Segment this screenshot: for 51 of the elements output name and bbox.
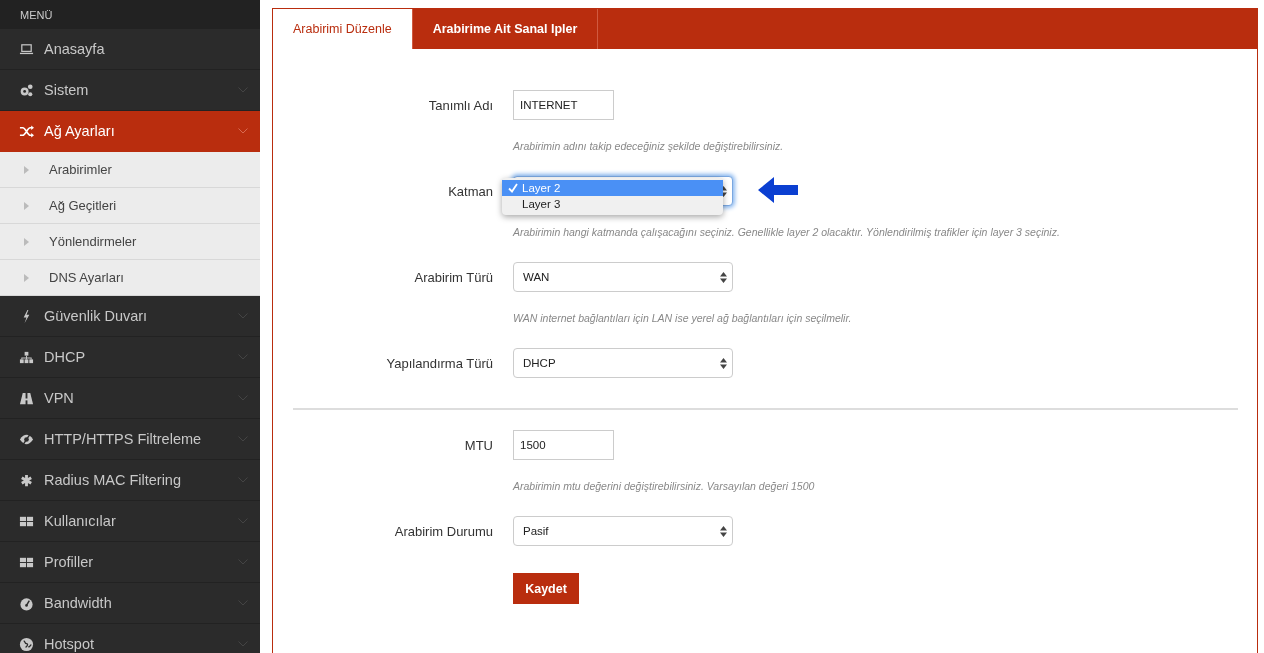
updown-icon — [720, 525, 727, 537]
field-label: Katman — [447, 183, 493, 199]
field-label: MTU — [463, 437, 493, 453]
select-field[interactable]: WAN — [513, 262, 733, 292]
submenu-item[interactable]: Ağ Geçitleri — [0, 188, 260, 224]
tab[interactable]: Arabirime Ait Sanal Ipler — [412, 9, 599, 49]
road-icon — [19, 390, 34, 406]
text-field[interactable]: INTERNET — [513, 90, 614, 120]
help-text: Arabirimin mtu değerini değiştirebilirsiniz. Varsayılan değeri 1500 — [513, 480, 816, 492]
field-label: Tanımlı Adı — [427, 97, 493, 113]
sidebar-item[interactable]: HTTP/HTTPS Filtreleme — [0, 419, 260, 460]
menu-heading: MENÜ — [0, 0, 260, 29]
caret-right-icon — [24, 165, 29, 174]
sidebar-item[interactable]: Ağ Ayarları — [0, 111, 260, 152]
shuffle-icon — [19, 123, 34, 139]
sidebar-item[interactable]: Bandwidth — [0, 583, 260, 624]
sidebar-item[interactable]: Güvenlik Duvarı — [0, 296, 260, 337]
check-icon — [508, 183, 518, 193]
gears-icon — [19, 82, 34, 98]
caret-right-icon — [24, 201, 29, 210]
caret-right-icon — [24, 237, 29, 246]
updown-icon — [720, 271, 727, 283]
sidebar-item[interactable]: Anasayfa — [0, 29, 260, 70]
dropdown-option[interactable]: Layer 3 — [502, 196, 723, 212]
sidebar-item[interactable]: Radius MAC Filtering — [0, 460, 260, 501]
save-button[interactable]: Kaydet — [513, 573, 579, 604]
arrow-left-icon — [758, 177, 798, 203]
sidebar-item[interactable]: Kullanıcılar — [0, 501, 260, 542]
field-label: Yapılandırma Türü — [385, 355, 493, 371]
sitemap-icon — [19, 349, 34, 365]
gauge-icon — [19, 595, 34, 611]
submenu-item[interactable]: Yönlendirmeler — [0, 224, 260, 260]
submenu-item[interactable]: Arabirimler — [0, 152, 260, 188]
asterisk-icon — [19, 472, 34, 488]
help-text: Arabirimin hangi katmanda çalışacağını seçiniz. Genellikle layer 2 olacaktır. Yönlendirilmiş trafikler için layer 3 seçiniz. — [513, 226, 1061, 238]
submenu-item[interactable]: DNS Ayarları — [0, 260, 260, 296]
laptop-icon — [19, 41, 34, 57]
field-label: Arabirim Durumu — [393, 523, 493, 539]
help-text: Arabirimin adını takip edeceğiniz şekilde değiştirebilirsiniz. — [513, 140, 785, 152]
help-text: WAN internet bağlantıları için LAN ise yerel ağ bağlantıları için seçilmelir. — [513, 312, 853, 324]
field-label: Arabirim Türü — [413, 269, 493, 285]
caret-right-icon — [24, 273, 29, 282]
sidebar-item[interactable]: Profiller — [0, 542, 260, 583]
tab[interactable]: Arabirimi Düzenle — [273, 9, 413, 49]
text-field[interactable]: 1500 — [513, 430, 614, 460]
sidebar-item[interactable]: VPN — [0, 378, 260, 419]
sidebar-item[interactable]: Hotspot — [0, 624, 260, 653]
select-field[interactable]: Pasif — [513, 516, 733, 546]
updown-icon — [720, 357, 727, 369]
sidebar-item[interactable]: DHCP — [0, 337, 260, 378]
select-field[interactable]: DHCP — [513, 348, 733, 378]
